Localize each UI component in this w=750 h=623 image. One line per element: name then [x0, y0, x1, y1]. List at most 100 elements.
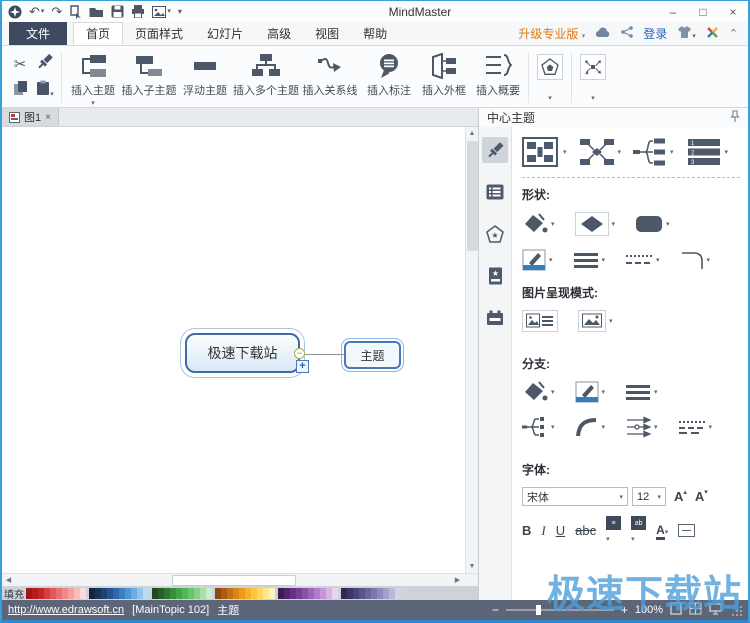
font-size-dropdown-icon[interactable]: ▾ [653, 493, 661, 501]
align-button[interactable]: ≡▾ [606, 516, 621, 544]
decrease-font-button[interactable]: A▾ [695, 489, 708, 504]
text-shading-button[interactable]: ab▾ [631, 516, 646, 544]
image-with-text-button[interactable] [522, 310, 558, 332]
cut-button[interactable]: ✂ [14, 55, 27, 73]
paste-dropdown-icon[interactable]: ▾ [50, 91, 54, 98]
insert-multiple-topics-button[interactable]: 插入多个主题 [233, 48, 299, 107]
color-swatch[interactable] [80, 588, 86, 599]
central-topic-node[interactable]: 极速下载站 [185, 333, 300, 373]
color-swatch[interactable] [269, 588, 275, 599]
pinwheel-icon[interactable] [706, 26, 719, 42]
color-swatch[interactable] [143, 588, 149, 599]
branch-color-button[interactable]: ▾ [522, 381, 555, 403]
scroll-left-icon[interactable]: ◀ [2, 576, 15, 584]
menu-tab-帮助[interactable]: 帮助 [351, 22, 399, 45]
branch-style-button[interactable]: ▾ [575, 381, 606, 403]
font-size-select[interactable]: 12▾ [632, 487, 666, 506]
connector-style-button[interactable]: ▾ [680, 250, 711, 270]
zoom-out-button[interactable]: − [492, 603, 499, 617]
minimize-button[interactable]: – [658, 2, 688, 22]
tshirt-style-button[interactable]: ▾ [677, 26, 696, 41]
font-color-button[interactable]: A▾ [656, 523, 668, 537]
line-dash-button[interactable]: ▾ [625, 252, 660, 268]
close-button[interactable]: × [718, 2, 748, 22]
rounded-rect-shape-button[interactable]: ▾ [635, 215, 670, 233]
document-tab[interactable]: 图1 × [2, 108, 59, 126]
color-swatch[interactable] [395, 588, 401, 599]
scroll-down-icon[interactable]: ▼ [466, 560, 478, 573]
font-family-select[interactable]: 宋体▾ [522, 487, 628, 506]
upgrade-dropdown-icon[interactable]: ▾ [582, 33, 586, 40]
mindmap-canvas[interactable]: 极速下载站 − + 主题 ▲ ▼ [2, 127, 478, 573]
resize-grip[interactable] [733, 606, 742, 615]
layout-radial-dropdown-icon[interactable]: ▾ [618, 148, 622, 156]
upgrade-pro-button[interactable]: 升级专业版 ▾ [518, 25, 585, 42]
menu-tab-首页[interactable]: 首页 [73, 22, 123, 45]
save-button[interactable] [111, 5, 124, 18]
color-swatch[interactable] [332, 588, 338, 599]
zoom-in-button[interactable]: + [621, 603, 628, 617]
new-document-button[interactable] [69, 5, 82, 19]
layout-numbered-button[interactable]: 123▾ [686, 137, 729, 167]
horizontal-scrollbar[interactable]: ◀ ▶ [2, 573, 478, 586]
redo-button[interactable]: ↷ [51, 5, 62, 18]
char-border-button[interactable] [678, 524, 695, 537]
menu-tab-高级[interactable]: 高级 [255, 22, 303, 45]
strikethrough-button[interactable]: abc [575, 524, 596, 537]
zoom-slider-thumb[interactable] [536, 605, 541, 615]
zoom-slider[interactable] [506, 609, 614, 611]
pin-icon[interactable] [730, 110, 740, 125]
panel-tab-marks[interactable]: ★ [482, 263, 508, 289]
panel-tab-outline[interactable] [482, 179, 508, 205]
maximize-button[interactable]: □ [688, 2, 718, 22]
increase-font-button[interactable]: A▴ [674, 489, 687, 504]
layout-map-dropdown-icon[interactable]: ▾ [563, 148, 567, 156]
share-icon[interactable] [621, 26, 633, 41]
panel-tab-clipart[interactable]: ★ [482, 221, 508, 247]
login-button[interactable]: 登录 [643, 25, 667, 42]
topic-shape-button[interactable]: ▾ [575, 212, 616, 236]
file-menu-button[interactable]: 文件 [9, 22, 67, 45]
open-file-button[interactable] [89, 6, 104, 18]
insert-callout-button[interactable]: 插入标注 [361, 48, 417, 107]
fill-color-button[interactable]: ▾ [522, 213, 555, 235]
clipart-dropdown-icon[interactable]: ▾ [548, 94, 552, 102]
relayout-dropdown-icon[interactable]: ▾ [591, 94, 595, 102]
vertical-scrollbar[interactable]: ▲ ▼ [465, 127, 478, 573]
relayout-button[interactable]: ▾ [575, 48, 611, 107]
edrawsoft-link[interactable]: http://www.edrawsoft.cn [8, 604, 124, 616]
font-family-dropdown-icon[interactable]: ▾ [615, 493, 623, 501]
menu-tab-页面样式[interactable]: 页面样式 [123, 22, 195, 45]
subtopic-node[interactable]: 主题 [344, 341, 401, 369]
branch-layout-button[interactable]: ▾ [522, 416, 555, 438]
branch-dash-button[interactable]: ▾ [678, 419, 713, 435]
menu-tab-视图[interactable]: 视图 [303, 22, 351, 45]
insert-summary-button[interactable]: 插入概要 [471, 48, 525, 107]
image-only-button[interactable]: ▾ [578, 310, 613, 332]
undo-dropdown-icon[interactable]: ▾ [41, 8, 45, 15]
insert-boundary-button[interactable]: 插入外框 [417, 48, 471, 107]
fit-width-button[interactable] [689, 602, 702, 618]
format-painter-button[interactable] [37, 53, 54, 75]
insert-relationship-button[interactable]: 插入关系线 [299, 48, 361, 107]
italic-button[interactable]: I [541, 524, 545, 537]
vertical-scroll-thumb[interactable] [467, 141, 478, 251]
layout-map-button[interactable]: ▾ [522, 137, 567, 167]
branch-curve-button[interactable]: ▾ [575, 417, 606, 437]
branch-arrow-button[interactable]: ▾ [625, 416, 658, 438]
branch-weight-button[interactable]: ▾ [625, 383, 658, 401]
bold-button[interactable]: B [522, 524, 531, 537]
horizontal-scroll-thumb[interactable] [172, 575, 296, 586]
export-dropdown-icon[interactable]: ▾ [167, 8, 171, 15]
panel-tab-style[interactable] [482, 137, 508, 163]
panel-tab-task[interactable] [482, 305, 508, 331]
clipart-button[interactable]: ▾ [532, 48, 568, 107]
print-button[interactable] [131, 5, 145, 18]
paste-button[interactable]: ▾ [36, 80, 54, 101]
insert-topic-button[interactable]: 插入主题 ▾ [65, 48, 121, 107]
line-weight-button[interactable]: ▾ [573, 251, 606, 269]
floating-topic-button[interactable]: 浮动主题 [177, 48, 233, 107]
collapse-ribbon-icon[interactable]: ⌃ [729, 27, 738, 40]
layout-tree-button[interactable]: ▾ [633, 137, 674, 167]
undo-button[interactable]: ↶▾ [29, 5, 44, 18]
